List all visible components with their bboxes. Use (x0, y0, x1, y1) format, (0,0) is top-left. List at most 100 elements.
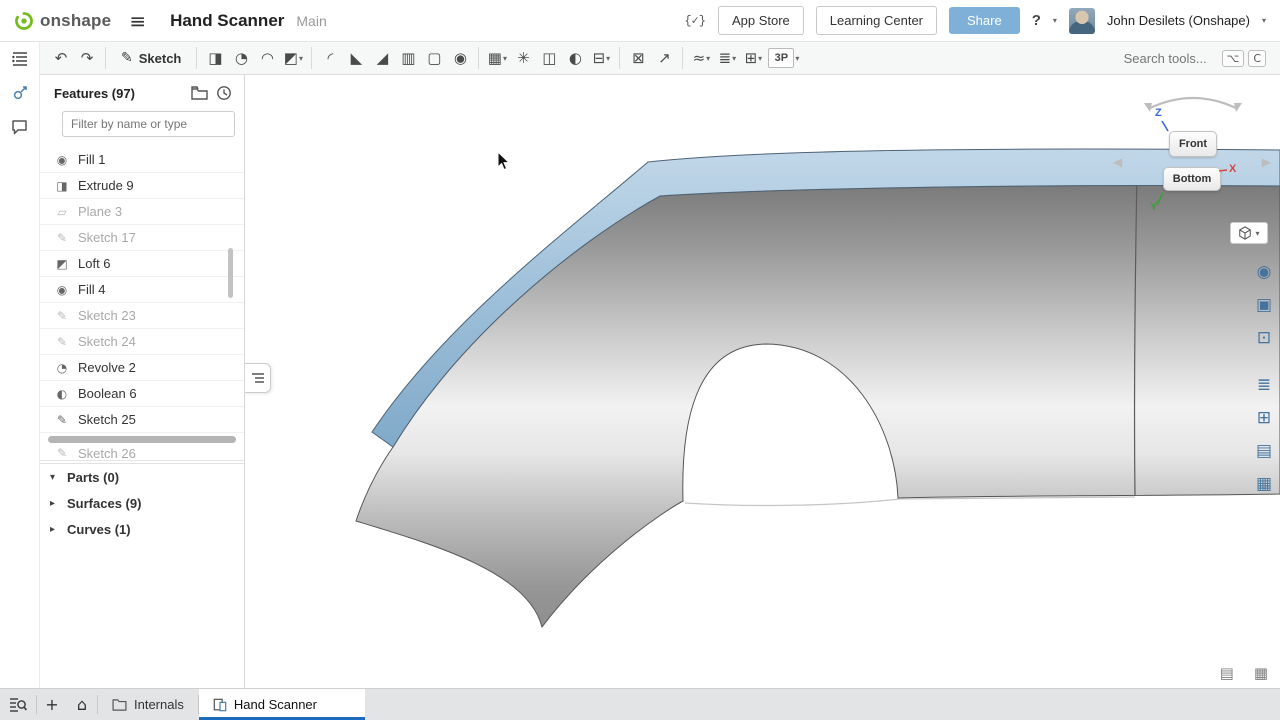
pattern-dropdown-icon[interactable]: ▾ (503, 54, 507, 63)
split-button[interactable]: ⊟▾ (588, 45, 614, 71)
circular-pattern-button[interactable]: ✳ (510, 45, 536, 71)
thicken-button[interactable]: ≣▾ (714, 45, 740, 71)
featurescript-icon[interactable]: {✓} (684, 13, 706, 28)
app-store-button[interactable]: App Store (718, 6, 804, 35)
help-icon[interactable]: ? (1032, 12, 1041, 29)
delete-face-button[interactable]: ⊠ (625, 45, 651, 71)
projection-dropdown-icon[interactable]: ▾ (795, 54, 799, 63)
feature-list-toggle-button[interactable] (6, 45, 34, 73)
redo-button[interactable]: ↷ (74, 45, 100, 71)
feature-filter-input[interactable] (62, 111, 235, 137)
display-states-button[interactable]: ▣ (1252, 293, 1276, 317)
loft-button[interactable]: ◩▾ (280, 45, 306, 71)
feature-item-sketch-26[interactable]: ✎Sketch 26 (40, 446, 244, 461)
mirror-button[interactable]: ◫ (536, 45, 562, 71)
linear-pattern-button[interactable]: ▦▾ (484, 45, 510, 71)
enclose-dropdown-icon[interactable]: ▾ (758, 54, 762, 63)
feature-item-revolve-2[interactable]: ◔Revolve 2 (40, 355, 244, 381)
chamfer-button[interactable]: ◣ (343, 45, 369, 71)
tab-hand-scanner[interactable]: Hand Scanner (199, 689, 365, 720)
undo-button[interactable]: ↶ (48, 45, 74, 71)
user-avatar[interactable] (1069, 8, 1095, 34)
curves-section-header[interactable]: ▸ Curves (1) (40, 516, 244, 542)
section-view-button[interactable]: ⊡ (1252, 326, 1276, 350)
feature-list-panel-button[interactable]: ≣ (1252, 373, 1276, 397)
feature-label: Sketch 24 (78, 334, 136, 349)
view-cube-bottom-face[interactable]: Bottom (1163, 167, 1221, 191)
fillet-button[interactable]: ◜ (317, 45, 343, 71)
comments-button[interactable] (6, 113, 34, 141)
graphics-viewport[interactable]: ◀ ▶ Front Bottom Z X Y ▾ ◉ ▣ ⊡ ≣ ⊞ ▤ ▦ ▤… (245, 75, 1280, 688)
search-tools-input[interactable] (1124, 51, 1218, 66)
rib-button[interactable]: ▥ (395, 45, 421, 71)
projection-button[interactable]: 3P▾ (766, 45, 801, 71)
features-flyout-handle[interactable] (245, 363, 271, 393)
x-axis-label: X (1229, 163, 1236, 175)
feature-item-sketch-17[interactable]: ✎Sketch 17 (40, 225, 244, 251)
revolve-button[interactable]: ◔ (228, 45, 254, 71)
split-dropdown-icon[interactable]: ▾ (606, 54, 610, 63)
thicken-dropdown-icon[interactable]: ▾ (732, 54, 736, 63)
sweep-button[interactable]: ◠ (254, 45, 280, 71)
draft-button[interactable]: ◢ (369, 45, 395, 71)
extrude-button[interactable]: ◨ (202, 45, 228, 71)
boolean-button[interactable]: ◐ (562, 45, 588, 71)
offset-surface-button[interactable]: ≈▾ (688, 45, 714, 71)
feature-item-sketch-23[interactable]: ✎Sketch 23 (40, 303, 244, 329)
surfaces-section-header[interactable]: ▸ Surfaces (9) (40, 490, 244, 516)
parts-section-header[interactable]: ▾ Parts (0) (40, 464, 244, 490)
feature-list-hscrollbar[interactable] (40, 433, 244, 446)
feature-item-sketch-24[interactable]: ✎ Sketch 24 (40, 329, 244, 355)
rotate-left-icon[interactable]: ◀ (1113, 155, 1122, 169)
search-tools: ⌥ C (1124, 50, 1272, 67)
search-tabs-button[interactable] (0, 689, 36, 720)
configurations-panel-button[interactable]: ▦ (1252, 472, 1276, 496)
feature-list-vscrollbar[interactable] (228, 248, 233, 298)
view-options-button[interactable]: ▾ (1230, 222, 1268, 244)
feature-item-extrude-9[interactable]: ◨Extrude 9 (40, 173, 244, 199)
user-name[interactable]: John Desilets (Onshape) (1107, 13, 1250, 28)
history-button[interactable] (216, 85, 232, 101)
tab-internals[interactable]: Internals (98, 689, 198, 720)
home-tab-button[interactable]: ⌂ (67, 689, 97, 720)
share-button[interactable]: Share (949, 7, 1020, 34)
feature-item-plane-3[interactable]: ▱Plane 3 (40, 199, 244, 225)
chamfer-icon: ◣ (351, 51, 363, 66)
new-tab-button[interactable]: + (37, 689, 67, 720)
feature-item-sketch-25[interactable]: ✎Sketch 25 (40, 407, 244, 433)
learning-center-button[interactable]: Learning Center (816, 6, 937, 35)
versions-panel-button[interactable]: ▤ (1252, 439, 1276, 463)
insert-folder-button[interactable] (191, 86, 208, 100)
feature-item-loft-6[interactable]: ◩Loft 6 (40, 251, 244, 277)
sketch-button-label: Sketch (139, 51, 182, 66)
feature-item-fill-1[interactable]: ◉Fill 1 (40, 147, 244, 173)
onshape-logo[interactable]: onshape (14, 11, 111, 31)
bom-panel-button[interactable]: ⊞ (1252, 406, 1276, 430)
chevron-down-icon: ▾ (50, 472, 60, 483)
move-face-button[interactable]: ↗ (651, 45, 677, 71)
hole-button[interactable]: ◉ (447, 45, 473, 71)
move-face-icon: ↗ (658, 51, 671, 66)
main-menu-icon[interactable]: ≡ (123, 9, 152, 33)
list-icon (251, 372, 265, 384)
mate-connector-button[interactable] (6, 79, 34, 107)
measure-button[interactable]: ▦ (1254, 664, 1268, 682)
workspace-name[interactable]: Main (296, 13, 326, 29)
enclose-button[interactable]: ⊞▾ (740, 45, 766, 71)
help-chevron-icon: ▾ (1053, 16, 1057, 25)
shell-button[interactable]: ▢ (421, 45, 447, 71)
snapshot-button[interactable]: ▤ (1220, 664, 1234, 682)
offset-dropdown-icon[interactable]: ▾ (706, 54, 710, 63)
rotate-right-icon[interactable]: ▶ (1262, 155, 1271, 169)
appearance-panel-button[interactable]: ◉ (1252, 260, 1276, 284)
feature-item-boolean-6[interactable]: ◐Boolean 6 (40, 381, 244, 407)
loft-dropdown-icon[interactable]: ▾ (299, 54, 303, 63)
feature-item-fill-4[interactable]: ◉Fill 4 (40, 277, 244, 303)
sketch-button[interactable]: ✎ Sketch (111, 45, 191, 71)
sketch-feature-icon: ✎ (54, 335, 70, 349)
hscrollbar-thumb[interactable] (48, 436, 236, 443)
view-cube-front-face[interactable]: Front (1169, 131, 1217, 157)
view-cube[interactable]: ◀ ▶ Front Bottom Z X Y (1113, 83, 1273, 225)
user-menu-chevron-icon[interactable]: ▾ (1262, 16, 1266, 25)
extrude-feature-icon: ◨ (54, 179, 70, 193)
